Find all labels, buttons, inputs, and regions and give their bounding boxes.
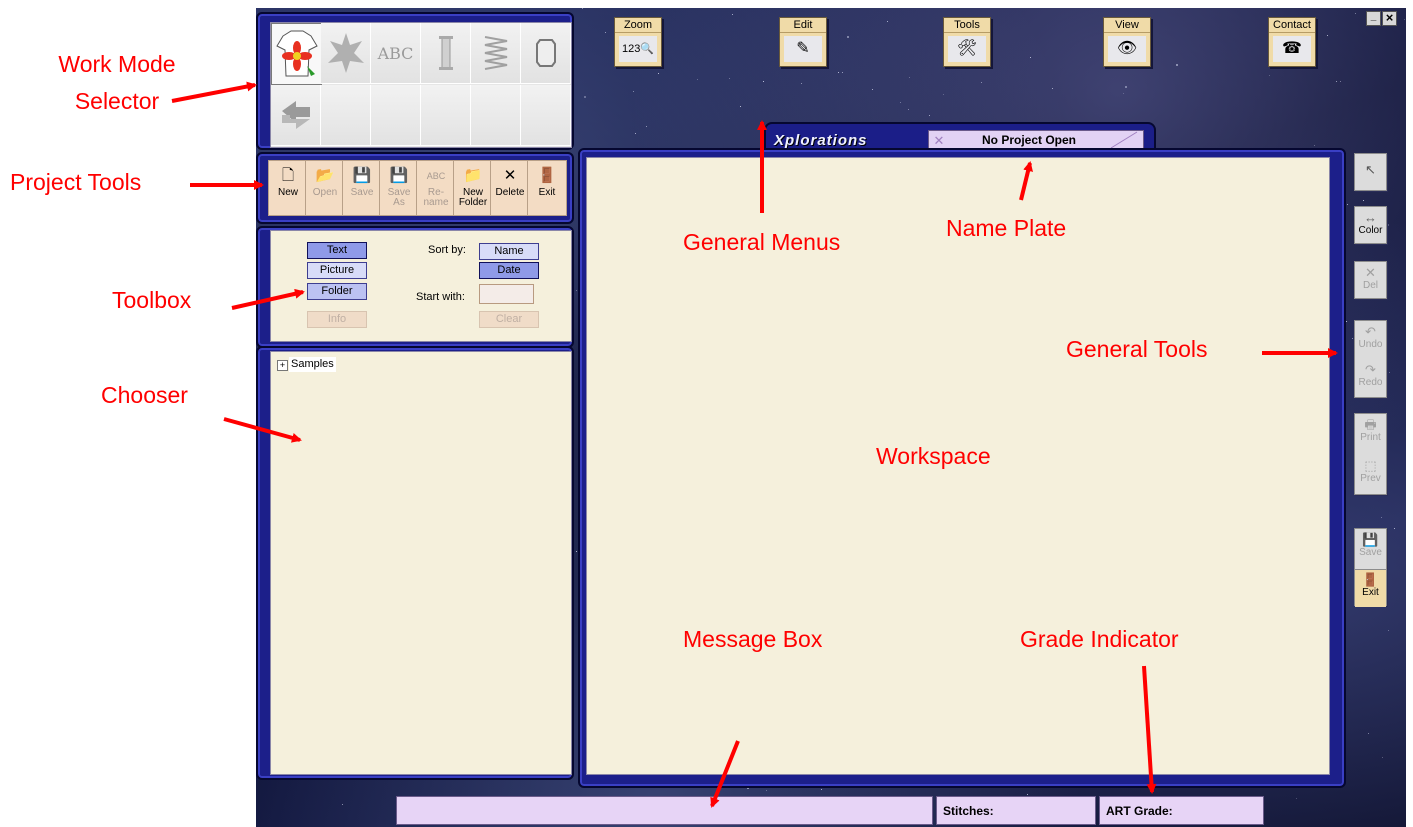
arrow-message-box bbox=[710, 740, 740, 808]
arrow-grade-indicator bbox=[1142, 665, 1157, 794]
arrow-work-mode bbox=[171, 81, 257, 103]
arrow-name-plate bbox=[1019, 161, 1033, 201]
annotation-arrows bbox=[171, 81, 1338, 808]
arrow-toolbox bbox=[231, 288, 305, 310]
arrow-chooser bbox=[223, 417, 302, 443]
